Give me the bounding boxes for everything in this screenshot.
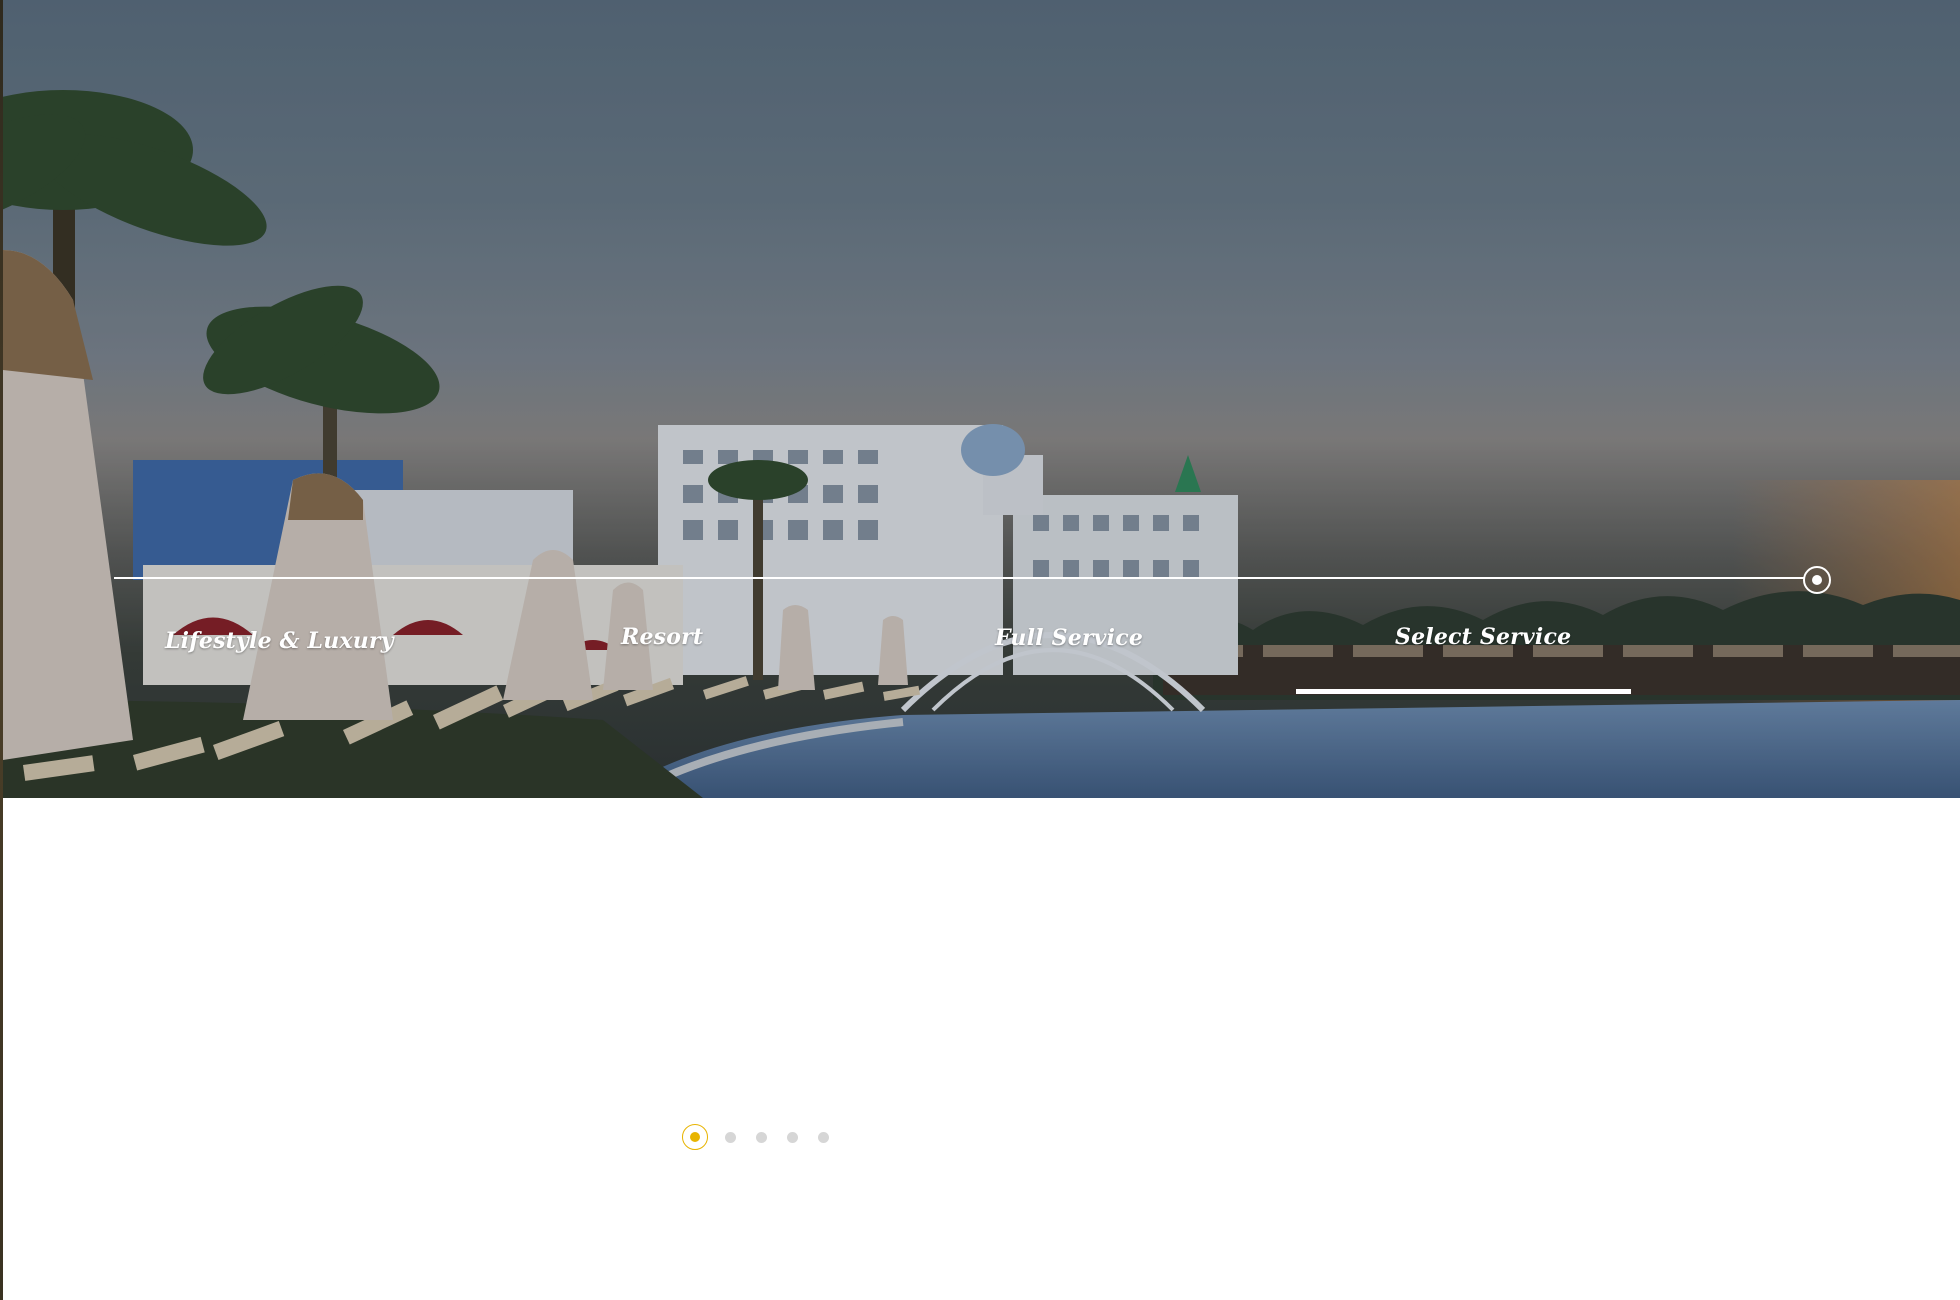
hero-image: Lifestyle & Luxury Resort Full Service S… [3, 0, 1960, 798]
pagination-dot-5[interactable] [818, 1131, 829, 1143]
tab-full-service[interactable]: Full Service [995, 625, 1143, 651]
pagination-dot-2[interactable] [725, 1131, 736, 1143]
pagination-dot-4[interactable] [787, 1131, 798, 1143]
tab-resort[interactable]: Resort [621, 624, 703, 650]
pagination-dot-3[interactable] [756, 1131, 767, 1143]
tab-active-indicator [1296, 689, 1631, 694]
page: Lifestyle & Luxury Resort Full Service S… [0, 0, 1960, 1300]
carousel-pagination [682, 1122, 849, 1152]
tab-select-service[interactable]: Select Service [1395, 624, 1571, 650]
timeline-line [114, 577, 1805, 579]
timeline-end-marker[interactable] [1803, 566, 1831, 594]
hero-overlay [3, 0, 1960, 798]
tab-lifestyle-luxury[interactable]: Lifestyle & Luxury [165, 628, 394, 654]
pagination-dot-1[interactable] [682, 1124, 708, 1150]
